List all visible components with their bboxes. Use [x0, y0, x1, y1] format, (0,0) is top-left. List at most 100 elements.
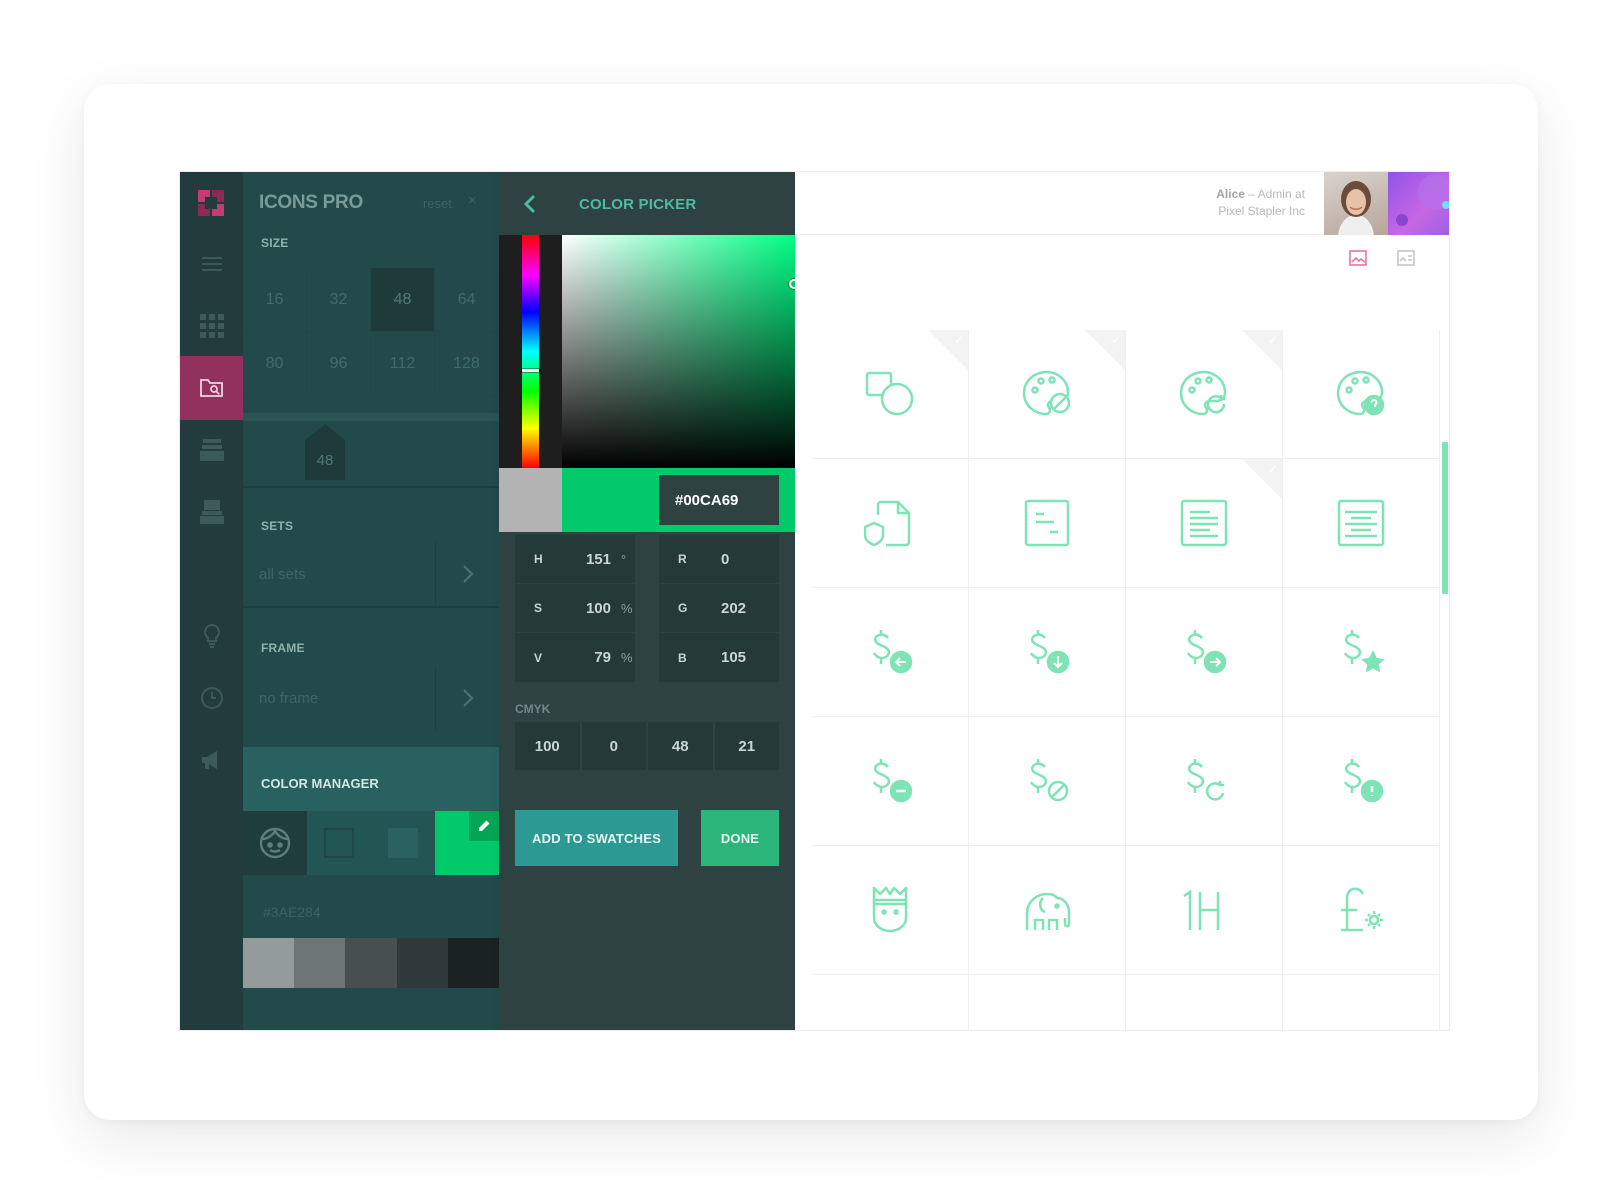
- saturation-field[interactable]: S 100%: [515, 584, 635, 633]
- icon-tile[interactable]: [1283, 717, 1440, 846]
- size-option-selected[interactable]: 48: [371, 268, 435, 332]
- dollar-back-icon: [872, 630, 913, 674]
- size-option[interactable]: 96: [307, 332, 371, 396]
- frame-select[interactable]: no frame: [243, 666, 499, 730]
- icon-tile[interactable]: [1126, 846, 1283, 975]
- nav-stack[interactable]: [180, 480, 243, 544]
- icon-tile[interactable]: [969, 975, 1126, 1030]
- icon-tile[interactable]: [969, 846, 1126, 975]
- reset-link[interactable]: reset: [423, 196, 452, 211]
- icon-tile[interactable]: [1126, 975, 1283, 1030]
- avatar[interactable]: [1324, 172, 1388, 235]
- color-slot-empty[interactable]: [307, 811, 371, 875]
- icon-tile[interactable]: [969, 588, 1126, 717]
- magenta-field[interactable]: 0: [581, 722, 646, 770]
- size-option[interactable]: 80: [243, 332, 307, 396]
- size-slider-track[interactable]: [243, 413, 499, 421]
- grid-icon: [199, 314, 224, 338]
- elephant-icon: [1025, 892, 1071, 930]
- icon-tile[interactable]: [812, 459, 969, 588]
- yellow-field[interactable]: 48: [648, 722, 713, 770]
- icon-tile[interactable]: [1126, 717, 1283, 846]
- currency-partial-icon: [1021, 1013, 1073, 1030]
- chevron-right-icon: [435, 542, 499, 606]
- nav-history[interactable]: [180, 666, 243, 730]
- icon-tile[interactable]: ✓: [1126, 459, 1283, 588]
- icon-tile[interactable]: [1126, 588, 1283, 717]
- blue-field[interactable]: B 105: [659, 633, 779, 682]
- value-field[interactable]: V 79%: [515, 633, 635, 682]
- icon-tile[interactable]: [1283, 846, 1440, 975]
- scrollbar-thumb[interactable]: [1442, 442, 1448, 594]
- red-field[interactable]: R0: [659, 535, 779, 584]
- list-view-icon[interactable]: [1396, 248, 1416, 268]
- swatch[interactable]: [294, 938, 346, 988]
- size-slider-value: 48: [316, 452, 334, 469]
- hue-slider[interactable]: [522, 235, 539, 468]
- icon-tile[interactable]: [812, 975, 969, 1030]
- sets-select[interactable]: all sets: [243, 542, 499, 606]
- icon-tile[interactable]: ✓: [969, 330, 1126, 459]
- icon-tile[interactable]: [969, 717, 1126, 846]
- add-to-swatches-button[interactable]: ADD TO SWATCHES: [515, 810, 678, 866]
- user-role: – Admin at: [1244, 187, 1305, 201]
- done-button[interactable]: DONE: [701, 810, 779, 866]
- pencil-icon[interactable]: [469, 811, 499, 841]
- face-icon[interactable]: [243, 811, 307, 875]
- swatch[interactable]: [243, 938, 295, 988]
- swatch[interactable]: [396, 938, 448, 988]
- back-chevron-icon[interactable]: [521, 190, 541, 218]
- previous-color-preview: [499, 468, 562, 532]
- icon-tile[interactable]: [1283, 330, 1440, 459]
- icon-tile[interactable]: [1283, 588, 1440, 717]
- hue-field[interactable]: H 151 °: [515, 535, 635, 584]
- hue-marker[interactable]: [522, 369, 539, 372]
- saturation-value-field[interactable]: [562, 235, 795, 468]
- icon-tile[interactable]: ✓: [812, 330, 969, 459]
- hsv-group: H 151 ° S 100% V 79%: [515, 535, 635, 682]
- swatch-strip: [243, 938, 500, 988]
- dollar-alert-icon: [1343, 759, 1384, 803]
- swatch[interactable]: [345, 938, 397, 988]
- color-slot-teal[interactable]: [371, 811, 435, 875]
- cyan-field[interactable]: 100: [515, 722, 580, 770]
- green-field[interactable]: G 202: [659, 584, 779, 633]
- active-color-hex: #3AE284: [263, 904, 321, 920]
- promo-banner[interactable]: [1388, 172, 1449, 235]
- icon-tile[interactable]: ✓: [1126, 330, 1283, 459]
- nav-ideas[interactable]: [180, 604, 243, 668]
- dollar-minus-icon: [872, 759, 913, 803]
- icon-tile[interactable]: [969, 459, 1126, 588]
- nav-grid[interactable]: [180, 294, 243, 358]
- image-view-icon[interactable]: [1348, 248, 1368, 268]
- nav-announcements[interactable]: [180, 728, 243, 792]
- color-manager-label: COLOR MANAGER: [261, 776, 379, 791]
- color-slot-active[interactable]: [435, 811, 499, 875]
- stack-icon: [199, 500, 224, 524]
- teal-swatch: [388, 828, 418, 858]
- size-option[interactable]: 64: [435, 268, 499, 332]
- size-option[interactable]: 16: [243, 268, 307, 332]
- swatch[interactable]: [447, 938, 500, 988]
- close-icon[interactable]: ×: [468, 192, 477, 209]
- icon-tile[interactable]: [812, 717, 969, 846]
- key-field[interactable]: 21: [714, 722, 779, 770]
- main-content: Alice – Admin at Pixel Stapler Inc ✓ ✓ ✓…: [795, 172, 1449, 1030]
- nav-inbox[interactable]: [180, 418, 243, 482]
- icon-tile[interactable]: [1283, 975, 1440, 1030]
- icon-tile[interactable]: [812, 846, 969, 975]
- hex-input[interactable]: #00CA69: [659, 475, 779, 525]
- picker-title: COLOR PICKER: [579, 196, 697, 213]
- icon-tile[interactable]: [812, 588, 969, 717]
- nav-menu[interactable]: [180, 232, 243, 296]
- avatar-portrait: [1338, 181, 1374, 235]
- field-value: 0: [721, 550, 730, 568]
- color-picker-panel: COLOR PICKER #00CA69 H 151 ° S 100% V 79% R0…: [499, 172, 799, 1030]
- color-manager-row: [243, 811, 499, 875]
- size-option[interactable]: 32: [307, 268, 371, 332]
- field-unit: °: [621, 551, 627, 567]
- icon-tile[interactable]: [1283, 459, 1440, 588]
- size-option[interactable]: 112: [371, 332, 435, 396]
- size-option[interactable]: 128: [435, 332, 499, 396]
- nav-icon-search[interactable]: [180, 356, 243, 420]
